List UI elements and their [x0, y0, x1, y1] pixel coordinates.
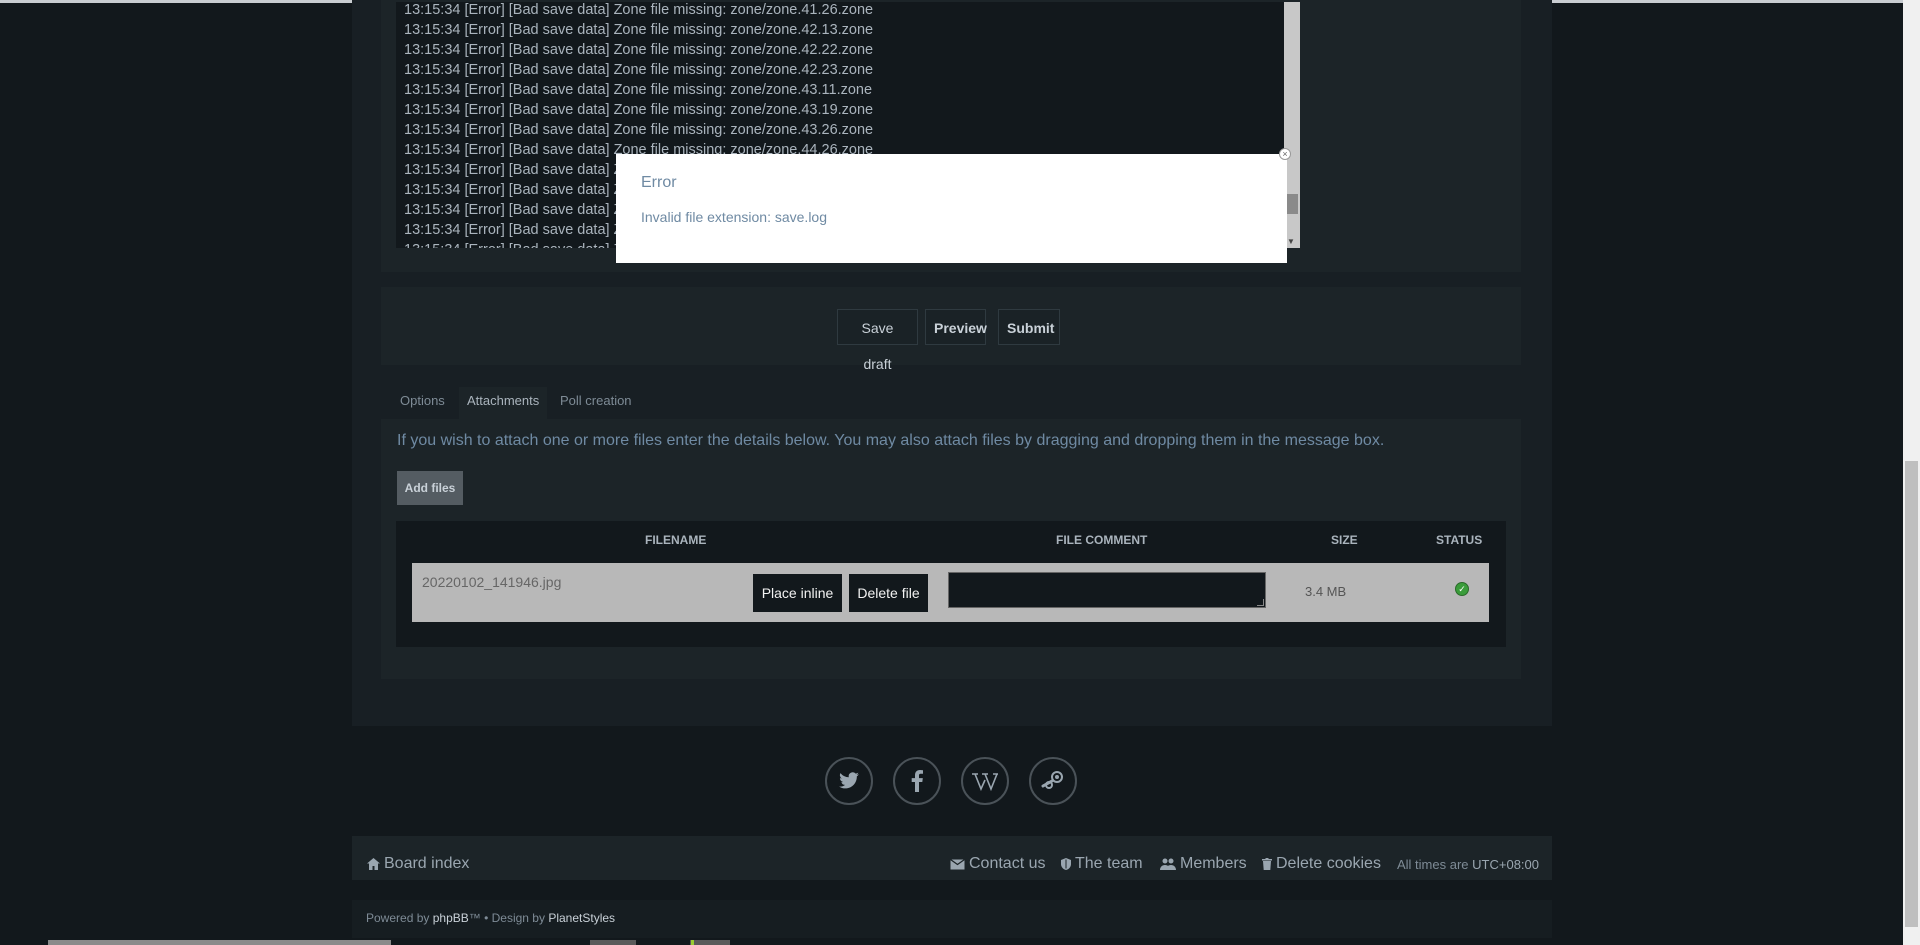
resize-handle[interactable]: [1257, 599, 1264, 606]
file-size: 3.4 MB: [1305, 584, 1347, 599]
facebook-link[interactable]: [893, 757, 941, 805]
taskbar-item: [590, 940, 636, 945]
facebook-icon: [911, 770, 923, 792]
column-header-status: STATUS: [1436, 533, 1483, 547]
column-header-comment: FILE COMMENT: [1056, 533, 1148, 547]
log-line: 13:15:34 [Error] [Bad save data] Zone fi…: [404, 102, 874, 118]
home-icon: [367, 858, 380, 870]
page-scrollbar[interactable]: [1903, 0, 1920, 945]
phpbb-link[interactable]: phpBB: [433, 911, 469, 925]
attachments-table: FILENAME FILE COMMENT SIZE STATUS 202201…: [396, 521, 1506, 647]
log-line: 13:15:34 [Error] [Bad save data] Zone fi…: [404, 2, 874, 18]
twitter-link[interactable]: [825, 757, 873, 805]
add-files-button[interactable]: Add files: [397, 471, 463, 505]
trash-icon: [1262, 858, 1272, 870]
members-label: Members: [1180, 855, 1247, 872]
error-dialog: Error Invalid file extension: save.log ×: [616, 148, 1291, 263]
taskbar-item: [48, 940, 391, 945]
table-row: 20220102_141946.jpg Place inline Delete …: [412, 563, 1489, 622]
the-team-link[interactable]: The team: [1061, 855, 1143, 873]
log-line: 13:15:34 [Error] [Bad save data] Zone fi…: [404, 122, 874, 138]
column-header-size: SIZE: [1331, 533, 1358, 547]
twitter-icon: [839, 772, 859, 789]
scrollbar-thumb[interactable]: [1286, 194, 1298, 214]
users-icon: [1160, 858, 1176, 870]
dialog-message: Invalid file extension: save.log: [641, 209, 827, 225]
log-line: 13:15:34 [Error] [Bad save data] Zone fi…: [404, 22, 874, 38]
close-icon[interactable]: ×: [1279, 148, 1291, 160]
powered-by-label: Powered by: [366, 911, 430, 925]
file-name: 20220102_141946.jpg: [422, 574, 562, 590]
preview-button[interactable]: Preview: [925, 309, 987, 345]
steam-link[interactable]: [1029, 757, 1077, 805]
tab-options[interactable]: Options: [392, 387, 453, 419]
tab-attachments[interactable]: Attachments: [459, 387, 548, 419]
steam-icon: [1041, 771, 1063, 789]
members-link[interactable]: Members: [1160, 855, 1247, 873]
shield-icon: [1061, 858, 1071, 870]
save-draft-button[interactable]: Save draft: [837, 309, 918, 372]
check-circle-icon: ✓: [1455, 582, 1469, 596]
timezone-prefix: All times are: [1397, 857, 1469, 872]
timezone-value: UTC+08:00: [1472, 857, 1539, 872]
log-line: 13:15:34 [Error] [Bad save data] Zone fi…: [404, 42, 874, 58]
board-index-link[interactable]: Board index: [367, 855, 469, 873]
board-index-label: Board index: [384, 855, 470, 872]
delete-cookies-link[interactable]: Delete cookies: [1262, 855, 1381, 873]
delete-cookies-label: Delete cookies: [1276, 855, 1381, 872]
log-line: 13:15:34 [Error] [Bad save data] Zone fi…: [404, 82, 873, 98]
envelope-icon: [950, 858, 965, 869]
planetstyles-link[interactable]: PlanetStyles: [548, 911, 615, 925]
scroll-down-arrow-icon[interactable]: ▼: [1287, 238, 1295, 246]
dialog-title: Error: [641, 174, 677, 191]
attachments-hint: If you wish to attach one or more files …: [397, 432, 1385, 449]
log-line: 13:15:34 [Error] [Bad save data] Zone fi…: [404, 62, 874, 78]
delete-file-button[interactable]: Delete file: [849, 574, 928, 612]
column-header-filename: FILENAME: [645, 533, 707, 547]
file-comment-input[interactable]: [948, 572, 1266, 608]
contact-us-label: Contact us: [969, 855, 1046, 872]
design-by-label: ™ • Design by: [468, 911, 545, 925]
place-inline-button[interactable]: Place inline: [753, 574, 842, 612]
submit-button[interactable]: Submit: [998, 309, 1060, 345]
wikipedia-icon: [972, 773, 998, 791]
timezone-info: All times are UTC+08:00: [1397, 857, 1539, 872]
wikipedia-link[interactable]: [961, 757, 1009, 805]
copyright-text: Powered by phpBB™ • Design by PlanetStyl…: [366, 911, 615, 925]
tab-poll-creation[interactable]: Poll creation: [552, 387, 640, 419]
contact-us-link[interactable]: Contact us: [950, 855, 1045, 873]
taskbar-item: [690, 940, 730, 945]
page-scrollbar-thumb[interactable]: [1905, 461, 1918, 927]
the-team-label: The team: [1075, 855, 1143, 872]
